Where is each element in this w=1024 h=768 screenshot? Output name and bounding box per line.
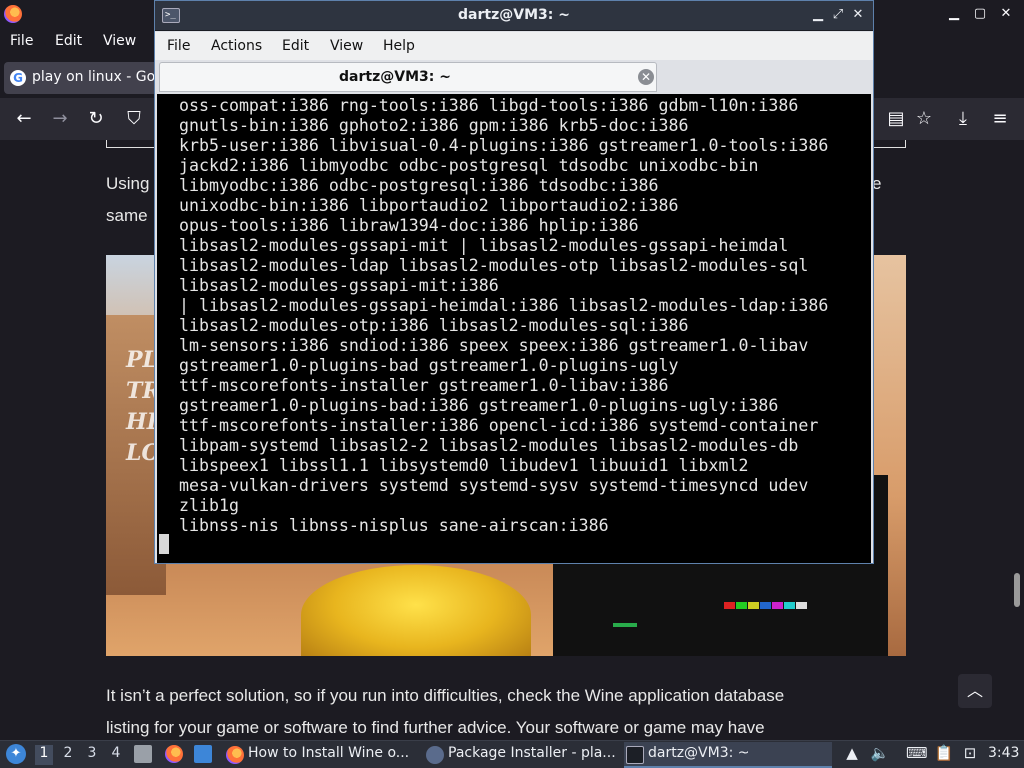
task-label: Package Installer - pla...: [448, 745, 616, 761]
task-label: dartz@VM3: ~: [648, 745, 750, 761]
task-terminal[interactable]: dartz@VM3: ~: [624, 742, 832, 768]
maximize-icon[interactable]: ⤢: [829, 7, 847, 22]
maximize-icon[interactable]: ▢: [970, 6, 990, 21]
start-menu-icon[interactable]: ✦: [6, 744, 26, 764]
article-text-fragment: same: [106, 206, 148, 225]
reader-view-icon[interactable]: ▤: [884, 108, 908, 130]
firefox-logo-icon: [4, 5, 22, 23]
clock[interactable]: 3:43: [988, 745, 1019, 761]
terminal-tab-title: dartz@VM3: ~: [339, 69, 451, 85]
article-paragraph-line: listing for your game or software to fin…: [106, 718, 765, 737]
tab-close-icon[interactable]: ✕: [638, 69, 654, 85]
downloads-icon[interactable]: ⤓: [951, 108, 975, 130]
network-icon[interactable]: ⊡: [960, 744, 980, 762]
browser-tab[interactable]: G play on linux - Goo: [4, 62, 164, 94]
menu-hamburger-icon[interactable]: ≡: [988, 108, 1012, 130]
menu-edit[interactable]: Edit: [282, 38, 309, 54]
workspace-4[interactable]: 4: [107, 745, 125, 765]
google-icon: G: [10, 70, 26, 86]
menu-actions[interactable]: Actions: [211, 38, 262, 54]
terminal-tab[interactable]: dartz@VM3: ~ ✕: [159, 62, 657, 92]
minimize-icon[interactable]: ▁: [809, 7, 827, 22]
keyboard-icon[interactable]: ⌨: [906, 744, 928, 762]
terminal-output-text: oss-compat:i386 rng-tools:i386 libgd-too…: [179, 96, 829, 535]
terminal-window-title: dartz@VM3: ~: [458, 7, 570, 23]
page-scrollbar[interactable]: [1014, 573, 1020, 607]
game-character-graphic: [301, 565, 531, 656]
menu-help[interactable]: Help: [383, 38, 415, 54]
terminal-cursor: [159, 534, 169, 554]
article-paragraph-line: It isn’t a perfect solution, so if you r…: [106, 686, 785, 705]
desktop: ▁ ▢ ✕ File Edit View G play on linux - G…: [0, 0, 1024, 768]
close-icon[interactable]: ✕: [849, 7, 867, 22]
article-text-fragment: Using: [106, 174, 150, 193]
firefox-launcher-icon[interactable]: [165, 745, 183, 763]
terminal-output-area[interactable]: oss-compat:i386 rng-tools:i386 libgd-too…: [157, 94, 871, 563]
task-firefox[interactable]: How to Install Wine o...: [224, 742, 416, 768]
firefox-icon: [226, 746, 244, 764]
workspace-1[interactable]: 1: [35, 745, 53, 765]
taskbar: ✦ 1 2 3 4 How to Install Wine o... Packa…: [0, 740, 1024, 768]
menu-edit[interactable]: Edit: [55, 33, 82, 49]
bookmark-star-icon[interactable]: ☆: [912, 108, 936, 130]
menu-view[interactable]: View: [103, 33, 136, 49]
minimize-icon[interactable]: ▁: [944, 6, 964, 21]
forward-icon[interactable]: →: [48, 108, 72, 130]
browser-tab-title: play on linux - Goo: [32, 69, 164, 85]
terminal-titlebar[interactable]: >_ dartz@VM3: ~ ▁ ⤢ ✕: [155, 1, 873, 31]
clipboard-icon[interactable]: 📋: [934, 744, 954, 762]
package-installer-icon: [426, 746, 444, 764]
back-icon[interactable]: ←: [12, 108, 36, 130]
terminal-window: >_ dartz@VM3: ~ ▁ ⤢ ✕ File Actions Edit …: [154, 0, 874, 564]
menu-view[interactable]: View: [330, 38, 363, 54]
reload-icon[interactable]: ↻: [84, 108, 108, 130]
terminal-menubar: File Actions Edit View Help: [155, 32, 873, 60]
shield-icon[interactable]: ⛉: [122, 108, 146, 130]
task-label: How to Install Wine o...: [248, 745, 410, 761]
file-manager-icon[interactable]: [134, 745, 152, 763]
task-package-installer[interactable]: Package Installer - pla...: [424, 742, 620, 768]
workspace-2[interactable]: 2: [59, 745, 77, 765]
volume-icon[interactable]: 🔈: [870, 744, 890, 762]
terminal-tabbar: dartz@VM3: ~ ✕: [155, 60, 873, 94]
desktop-icon[interactable]: [194, 745, 212, 763]
notifications-icon[interactable]: ▲: [842, 744, 862, 762]
terminal-icon: [626, 746, 644, 764]
workspace-3[interactable]: 3: [83, 745, 101, 765]
close-icon[interactable]: ✕: [996, 6, 1016, 21]
menu-file[interactable]: File: [10, 33, 33, 49]
scroll-to-top-button[interactable]: ︿: [958, 674, 992, 708]
menu-file[interactable]: File: [167, 38, 190, 54]
